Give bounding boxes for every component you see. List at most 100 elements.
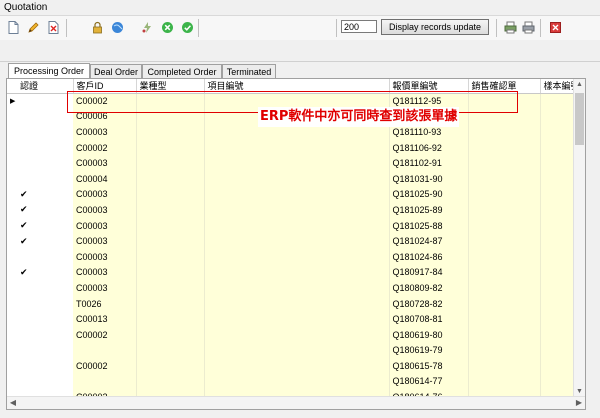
customer-id-cell[interactable]: C00003 [73,202,137,218]
business-type-cell[interactable] [136,342,205,359]
sales-confirmation-cell[interactable] [468,280,541,296]
scroll-right-icon[interactable]: ▶ [573,397,585,409]
business-type-cell[interactable] [136,233,205,249]
table-row[interactable]: C00002 Q180619-80 [7,326,581,343]
scroll-up-icon[interactable]: ▲ [574,79,585,90]
lightning-icon[interactable] [140,20,154,34]
row-selector[interactable] [7,108,17,125]
row-selector[interactable] [7,248,17,265]
sales-confirmation-cell[interactable] [468,202,541,218]
sales-confirmation-cell[interactable] [468,311,541,327]
sales-confirmation-cell[interactable] [468,139,541,156]
business-type-cell[interactable] [136,326,205,343]
sales-confirmation-cell[interactable] [468,342,541,359]
scroll-left-icon[interactable]: ◀ [7,397,19,409]
delete-document-icon[interactable] [46,20,60,34]
row-selector[interactable] [7,186,17,203]
tab-terminated[interactable]: Terminated [222,64,276,78]
business-type-cell[interactable] [136,217,205,234]
item-number-cell[interactable] [204,233,390,249]
business-type-cell[interactable] [136,311,205,327]
sales-confirmation-cell[interactable] [468,358,541,374]
table-row[interactable]: C00002 Q180615-78 [7,358,581,374]
quotation-number-cell[interactable]: Q180917-84 [389,264,469,281]
row-selector[interactable] [7,217,17,234]
customer-id-cell[interactable]: C00003 [73,248,137,265]
item-number-cell[interactable] [204,280,390,296]
print-preview-icon[interactable] [521,20,535,34]
customer-id-cell[interactable]: C00003 [73,186,137,203]
row-selector[interactable] [7,170,17,187]
business-type-cell[interactable] [136,264,205,281]
new-document-icon[interactable] [6,20,20,34]
business-type-cell[interactable] [136,155,205,171]
business-type-cell[interactable] [136,280,205,296]
printer-icon[interactable] [503,20,517,34]
item-number-cell[interactable] [204,186,390,203]
item-number-cell[interactable] [204,295,390,312]
quotation-number-cell[interactable]: Q181031-90 [389,170,469,187]
tab-processing-order[interactable]: Processing Order [8,63,90,79]
item-number-cell[interactable] [204,217,390,234]
close-icon[interactable] [548,20,562,34]
business-type-cell[interactable] [136,202,205,218]
quotation-number-cell[interactable]: Q180809-82 [389,280,469,296]
item-number-cell[interactable] [204,342,390,359]
item-number-cell[interactable] [204,139,390,156]
row-selector[interactable] [7,295,17,312]
business-type-cell[interactable] [136,186,205,203]
quotation-number-cell[interactable]: Q181025-90 [389,186,469,203]
item-number-cell[interactable] [204,373,390,390]
table-row[interactable]: ✔ C00003 Q180917-84 [7,264,581,281]
row-selector[interactable] [7,373,17,390]
table-row[interactable]: Q180619-79 [7,342,581,359]
edit-pencil-icon[interactable] [26,20,40,34]
item-number-cell[interactable] [204,358,390,374]
globe-icon[interactable] [110,20,124,34]
customer-id-cell[interactable]: C00003 [73,217,137,234]
table-row[interactable]: T0026 Q180728-82 [7,295,581,312]
sales-confirmation-cell[interactable] [468,170,541,187]
vertical-scroll-thumb[interactable] [575,93,584,145]
customer-id-cell[interactable] [73,342,137,359]
business-type-cell[interactable] [136,139,205,156]
horizontal-scrollbar[interactable]: ◀ ▶ [7,396,585,409]
display-records-update-button[interactable]: Display records update [381,19,489,35]
sales-confirmation-cell[interactable] [468,124,541,140]
customer-id-cell[interactable]: T0026 [73,295,137,312]
business-type-cell[interactable] [136,358,205,374]
item-number-cell[interactable] [204,202,390,218]
sales-confirmation-cell[interactable] [468,217,541,234]
row-selector[interactable] [7,124,17,140]
row-selector[interactable] [7,264,17,281]
business-type-cell[interactable] [136,295,205,312]
row-selector[interactable] [7,358,17,374]
customer-id-cell[interactable]: C00003 [73,155,137,171]
sales-confirmation-cell[interactable] [468,248,541,265]
column-header-approved[interactable]: 認證 [17,79,74,94]
quotation-number-cell[interactable]: Q181024-86 [389,248,469,265]
item-number-cell[interactable] [204,326,390,343]
sales-confirmation-cell[interactable] [468,233,541,249]
sales-confirmation-cell[interactable] [468,295,541,312]
table-row[interactable]: C00002 Q181106-92 [7,139,581,156]
item-number-cell[interactable] [204,311,390,327]
quotation-number-cell[interactable]: Q181025-88 [389,217,469,234]
table-row[interactable]: C00003 Q181024-86 [7,248,581,265]
business-type-cell[interactable] [136,373,205,390]
quotation-number-cell[interactable]: Q181102-91 [389,155,469,171]
customer-id-cell[interactable]: C00013 [73,311,137,327]
customer-id-cell[interactable]: C00003 [73,233,137,249]
records-count-input[interactable] [341,20,377,33]
customer-id-cell[interactable]: C00004 [73,170,137,187]
customer-id-cell[interactable]: C00002 [73,139,137,156]
row-selector[interactable] [7,233,17,249]
business-type-cell[interactable] [136,124,205,140]
sales-confirmation-cell[interactable] [468,264,541,281]
item-number-cell[interactable] [204,155,390,171]
sales-confirmation-cell[interactable] [468,373,541,390]
sales-confirmation-cell[interactable] [468,326,541,343]
row-selector[interactable] [7,342,17,359]
customer-id-cell[interactable]: C00002 [73,326,137,343]
sales-confirmation-cell[interactable] [468,155,541,171]
